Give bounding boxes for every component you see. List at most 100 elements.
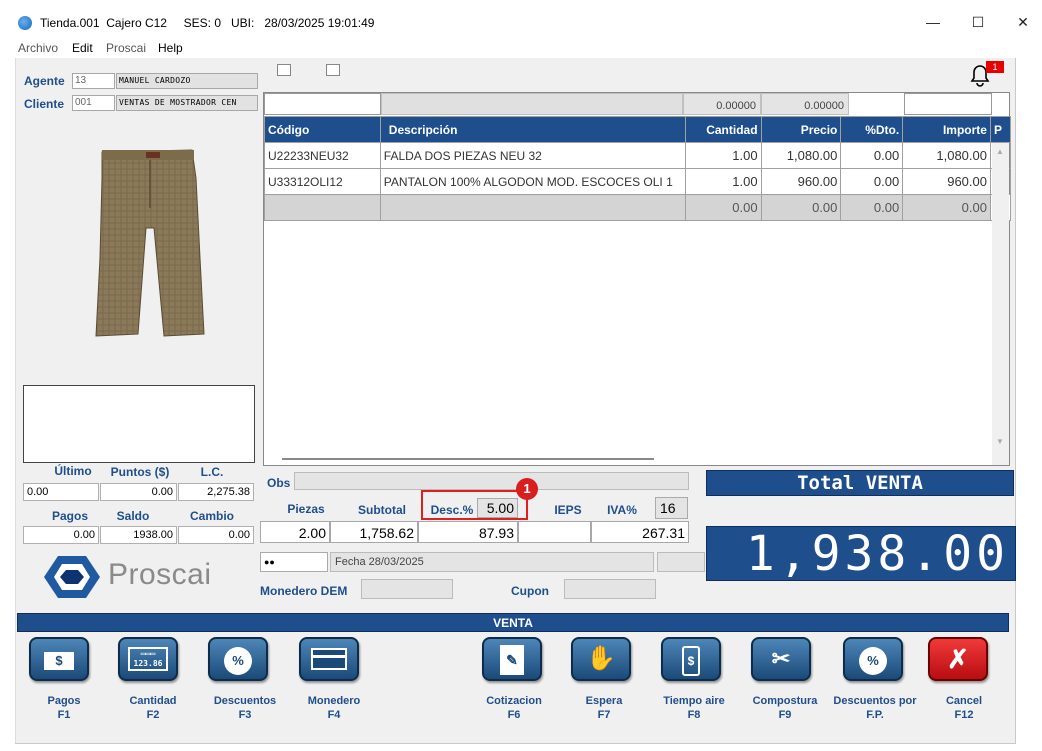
table-row-empty[interactable]: 0.00 0.00 0.00 0.00 xyxy=(264,194,1012,221)
items-grid[interactable]: 0.00000 0.00000 Código Descripción Canti… xyxy=(263,92,1012,466)
cupon-field[interactable] xyxy=(564,579,656,599)
horizontal-scrollbar[interactable] xyxy=(282,458,654,460)
vertical-scrollbar[interactable]: ▲ ▼ xyxy=(992,143,1009,465)
col-cantidad[interactable]: Cantidad xyxy=(684,116,762,143)
menu-bar: Archivo Edit Proscai Help xyxy=(0,38,1042,58)
col-importe[interactable]: Importe xyxy=(902,116,991,143)
cell-codigo-empty xyxy=(264,194,381,221)
cell-dto: 0.00 xyxy=(840,142,904,169)
iva-pct-field[interactable]: 16 xyxy=(655,497,688,519)
col-dto[interactable]: %Dto. xyxy=(840,116,904,143)
menu-archivo[interactable]: Archivo xyxy=(18,41,58,55)
col-p[interactable]: P xyxy=(989,116,1012,143)
desc-pct-field[interactable]: 5.00 xyxy=(477,498,518,518)
grid-top-value-2: 0.00000 xyxy=(761,93,849,115)
tiempo-aire-label: Tiempo aire F8 xyxy=(663,695,725,721)
cell-descripcion: PANTALON 100% ALGODON MOD. ESCOCES OLI 1 xyxy=(379,168,686,195)
cancel-label: Cancel F12 xyxy=(945,695,983,721)
option-checkbox-1[interactable] xyxy=(277,64,291,76)
grid-top-field[interactable] xyxy=(904,93,992,115)
option-checkbox-2[interactable] xyxy=(326,64,340,76)
dollar-bill-icon: $ xyxy=(31,639,87,679)
maximize-button[interactable]: ☐ xyxy=(955,8,1001,36)
phone-dollar-icon: $ xyxy=(663,639,719,679)
monedero-label-btn: Monedero F4 xyxy=(307,695,361,721)
app-globe-icon xyxy=(18,16,32,30)
cambio-field: 0.00 xyxy=(178,526,254,544)
extra-field xyxy=(657,552,705,572)
menu-edit[interactable]: Edit xyxy=(72,41,93,55)
cancel-button[interactable]: ✗ xyxy=(928,637,988,681)
lc-field: 2,275.38 xyxy=(178,483,254,501)
saldo-field: 1938.00 xyxy=(100,526,177,544)
cell-precio: 960.00 xyxy=(760,168,842,195)
iva-value: 267.31 xyxy=(591,521,689,543)
descuentos-fp-label: Descuentos por F.P. xyxy=(833,695,917,721)
grid-filter-cell[interactable] xyxy=(264,93,381,115)
compostura-button[interactable]: ✂ xyxy=(751,637,811,681)
agente-code-field[interactable]: 13 xyxy=(72,73,115,89)
cliente-label: Cliente xyxy=(24,97,65,111)
proscai-logo-icon xyxy=(44,554,100,600)
percent-badge-icon: % xyxy=(845,639,901,679)
col-precio[interactable]: Precio xyxy=(760,116,842,143)
pagos-button[interactable]: $ xyxy=(29,637,89,681)
cambio-label: Cambio xyxy=(189,509,234,523)
descuentos-fp-button[interactable]: % xyxy=(843,637,903,681)
col-descripcion[interactable]: Descripción xyxy=(379,116,686,143)
ultimo-field: 0.00 xyxy=(23,483,99,501)
saldo-label: Saldo xyxy=(116,509,150,523)
puntos-label: Puntos ($) xyxy=(110,465,170,479)
window-title: Tienda.001 Cajero C12 SES: 0 UBI: 28/03/… xyxy=(40,16,375,30)
scissors-icon: ✂ xyxy=(771,646,791,671)
step-badge: 1 xyxy=(516,478,538,500)
col-codigo[interactable]: Código xyxy=(264,116,381,143)
close-button[interactable]: ✕ xyxy=(1000,8,1042,36)
table-header: Código Descripción Cantidad Precio %Dto.… xyxy=(264,116,1012,143)
scroll-down-icon[interactable]: ▼ xyxy=(996,437,1004,446)
cliente-code-field[interactable]: 001 xyxy=(72,95,115,111)
cell-cantidad: 1.00 xyxy=(684,142,762,169)
agente-name-field: MANUEL CARDOZO xyxy=(116,73,258,89)
total-venta-header: Total VENTA xyxy=(706,470,1014,496)
ieps-value xyxy=(518,521,591,543)
calculator-icon: ▭▭▭ 123.86 xyxy=(120,639,176,679)
bottom-border xyxy=(15,743,1016,744)
cantidad-button[interactable]: ▭▭▭ 123.86 xyxy=(118,637,178,681)
cotizacion-label: Cotizacion F6 xyxy=(486,695,542,721)
notification-badge: 1 xyxy=(986,61,1004,73)
descuentos-button[interactable]: % xyxy=(208,637,268,681)
table-row[interactable]: U22233NEU32 FALDA DOS PIEZAS NEU 32 1.00… xyxy=(264,142,1012,169)
password-field[interactable]: ●● xyxy=(260,552,328,572)
fecha-field: Fecha 28/03/2025 xyxy=(330,552,654,572)
tiempo-aire-button[interactable]: $ xyxy=(661,637,721,681)
cell-importe: 960.00 xyxy=(902,168,991,195)
cell-cantidad: 0.00 xyxy=(684,194,762,221)
cell-dto: 0.00 xyxy=(840,168,904,195)
minimize-button[interactable]: — xyxy=(910,8,956,36)
menu-help[interactable]: Help xyxy=(158,41,183,55)
scroll-up-icon[interactable]: ▲ xyxy=(996,147,1004,156)
cell-importe: 1,080.00 xyxy=(902,142,991,169)
cell-codigo: U33312OLI12 xyxy=(264,168,381,195)
obs-label: Obs xyxy=(267,476,291,490)
info-box xyxy=(23,385,255,463)
ieps-label: IEPS xyxy=(554,503,582,517)
table-row[interactable]: U33312OLI12 PANTALON 100% ALGODON MOD. E… xyxy=(264,168,1012,195)
obs-field[interactable] xyxy=(294,472,689,490)
monedero-field[interactable] xyxy=(361,579,453,599)
espera-label: Espera F7 xyxy=(585,695,623,721)
cotizacion-button[interactable]: ✎ xyxy=(482,637,542,681)
compostura-label: Compostura F9 xyxy=(752,695,818,721)
desc-label: Desc.% xyxy=(430,503,474,517)
menu-proscai[interactable]: Proscai xyxy=(106,41,146,55)
cell-importe: 0.00 xyxy=(902,194,991,221)
pagos-label: Pagos F1 xyxy=(47,695,81,721)
product-image xyxy=(88,148,208,340)
espera-button[interactable]: ✋ xyxy=(571,637,631,681)
descuento-value: 87.93 xyxy=(418,521,518,543)
monedero-button[interactable] xyxy=(299,637,359,681)
subtotal-label: Subtotal xyxy=(358,503,406,517)
cantidad-label: Cantidad F2 xyxy=(129,695,177,721)
monedero-label: Monedero DEM xyxy=(260,584,348,598)
